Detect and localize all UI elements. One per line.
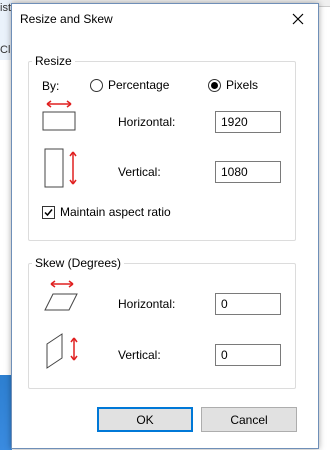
title-bar[interactable]: Resize and Skew (12, 4, 318, 33)
horizontal-skew-icon (44, 280, 78, 311)
resize-legend: Resize (32, 54, 75, 68)
ok-button[interactable]: OK (97, 407, 193, 432)
percentage-label: Percentage (108, 78, 170, 92)
maintain-aspect-checkbox[interactable]: Maintain aspect ratio (42, 205, 171, 219)
by-label: By: (42, 79, 60, 93)
percentage-radio-dot (90, 78, 103, 92)
horizontal-resize-icon (42, 100, 76, 131)
resize-skew-dialog: Resize and Skew Resize By: Percentage Pi… (11, 3, 319, 449)
resize-horizontal-input[interactable]: 1920 (215, 111, 281, 133)
cancel-button[interactable]: Cancel (201, 407, 297, 432)
checkbox-box (42, 205, 55, 219)
percentage-radio[interactable]: Percentage (90, 78, 169, 92)
resize-vertical-label: Vertical: (118, 165, 161, 179)
skew-horizontal-input[interactable]: 0 (215, 293, 281, 315)
dialog-title: Resize and Skew (20, 12, 113, 26)
pixels-label: Pixels (226, 78, 259, 92)
maintain-aspect-label: Maintain aspect ratio (60, 205, 171, 219)
pixels-radio-dot (208, 78, 221, 92)
skew-horizontal-label: Horizontal: (118, 297, 176, 311)
skew-vertical-input[interactable]: 0 (215, 344, 281, 366)
resize-vertical-input[interactable]: 1080 (215, 161, 281, 183)
close-button[interactable] (278, 4, 318, 33)
pixels-radio[interactable]: Pixels (208, 78, 258, 92)
skew-legend: Skew (Degrees) (32, 256, 125, 270)
skew-vertical-label: Vertical: (118, 348, 161, 362)
checkmark-icon (44, 208, 53, 216)
resize-horizontal-label: Horizontal: (118, 115, 176, 129)
close-icon (292, 13, 304, 24)
vertical-skew-icon (46, 333, 78, 369)
vertical-resize-icon (44, 148, 77, 188)
